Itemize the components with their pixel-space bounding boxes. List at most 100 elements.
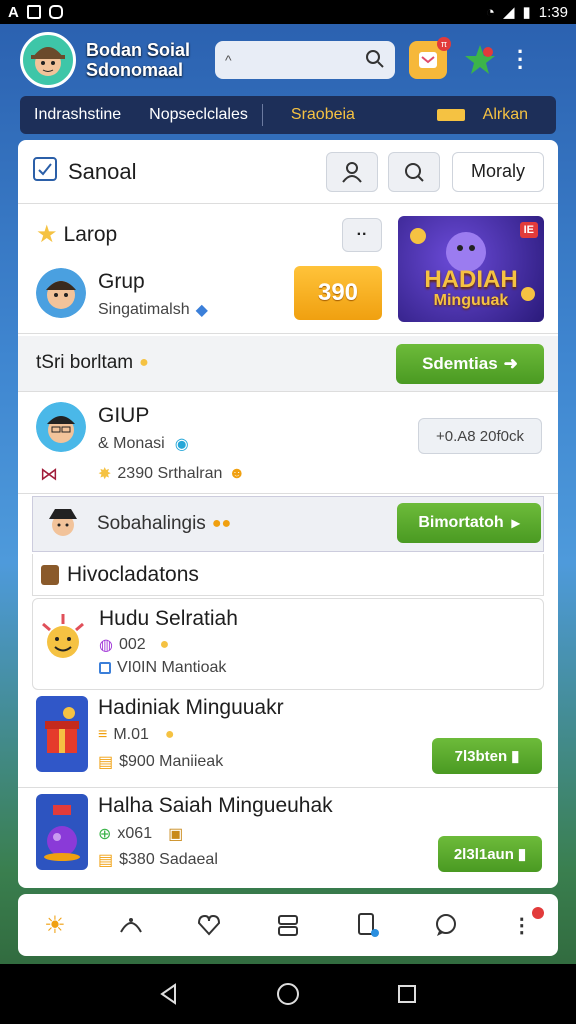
status-bar: A ◔ ◢ ▮ 1:39 (0, 0, 576, 24)
sobahalingis-avatar (43, 503, 83, 543)
bar-bortam-text: tSri borltam (36, 352, 134, 373)
item-line2: ▤ $900 Maniieak (98, 752, 223, 772)
badge-icon: ◍ (99, 637, 113, 654)
notification-badge: π (437, 37, 451, 51)
tab-2[interactable]: Sraobeia (277, 106, 369, 124)
list-item[interactable]: Hudu Selratiah ◍ 002 ● VI0IN Mantioak (32, 598, 544, 690)
grup-sub-text: Singatimalsh (98, 301, 190, 318)
item-line1-text: M.01 (113, 726, 149, 743)
user-button[interactable] (326, 151, 378, 192)
bowtie-icon: ⋈ (40, 464, 58, 484)
item-title: Halha Saiah Mingueuhak (98, 794, 333, 817)
emoji-icon: ☻ (228, 465, 246, 482)
coins-icon: ▤ (98, 754, 114, 771)
item-title: Hadiniak Minguuakr (98, 696, 284, 719)
star-badge-icon[interactable] (461, 41, 499, 79)
grup-name: Grup (98, 270, 145, 293)
item-title: Hudu Selratiah (99, 607, 238, 630)
coins-icon: ≡ (98, 726, 108, 743)
item-line1: ⊕ x061 ▣ (98, 824, 183, 844)
giup-avatar (36, 402, 86, 452)
item-line2-text: $900 Maniieak (119, 753, 224, 770)
search-icon (405, 162, 424, 182)
tab-0[interactable]: Indrashstine (20, 106, 135, 124)
sun-face-thumb (37, 607, 89, 683)
heart-icon[interactable] (196, 912, 222, 938)
notification-icon[interactable]: π (409, 37, 451, 79)
sobahalingis-label: Sobahalingis ●● (97, 513, 231, 535)
potion-thumb (36, 794, 88, 870)
arrow-right-icon: ➜ (503, 354, 518, 373)
value-badge[interactable]: 390 (294, 266, 382, 320)
featured-card: ★ Larop ·· Grup Singatimalsh ◆ 390 IE HA… (18, 206, 558, 334)
user-icon (342, 161, 362, 183)
bar-bortam-label: tSri borltam ● (36, 352, 149, 374)
profile-avatar[interactable] (20, 32, 76, 88)
item-action-button[interactable]: 2l3l1aun ▮ (438, 836, 542, 872)
box-icon (99, 662, 111, 674)
recents-icon[interactable] (395, 982, 419, 1006)
tab-1[interactable]: Nopseclclales (135, 106, 262, 124)
hadiah-banner[interactable]: IE HADIAH Minguuak (398, 216, 544, 322)
giup-stat-text: 2390 Srthalran (117, 465, 223, 482)
coins-icon: ▤ (98, 852, 114, 869)
chat-icon[interactable] (433, 912, 459, 938)
overflow-menu-icon[interactable]: · · · (517, 41, 524, 79)
checkbox-icon[interactable] (32, 156, 58, 187)
giup-value-pill[interactable]: +0.A8 20f0ck (418, 418, 542, 454)
tab-3-label: Alrkan (482, 106, 528, 123)
panel-header: Sanoal Moraly (18, 140, 558, 204)
battery-icon: ▮ (522, 4, 531, 21)
notification-dot (531, 906, 544, 919)
giup-sub: & Monasi ◉ (98, 434, 189, 454)
coin-icon: ● (159, 636, 170, 653)
sun-face-icon[interactable]: ☀ (44, 911, 66, 940)
grup-sub: Singatimalsh ◆ (98, 300, 208, 320)
more-dots-icon[interactable]: ⋮ (512, 906, 544, 938)
list-item[interactable]: Hadiniak Minguuakr ≡ M.01 ● ▤ $900 Manii… (18, 692, 558, 788)
coin-icon: ● (139, 354, 149, 371)
lock-icon: ▣ (168, 826, 184, 843)
sobahalingis-text: Sobahalingis (97, 513, 206, 534)
item-action-button[interactable]: 7l3bten ▮ (432, 738, 542, 774)
lock-icon (436, 109, 465, 121)
flag-icon: ▮ (511, 748, 520, 765)
more-button[interactable]: Moraly (452, 151, 544, 192)
item-line1: ◍ 002 ● (99, 635, 169, 655)
search-input[interactable]: ^ (215, 41, 395, 79)
item-line2: ▤ $380 Sadaeal (98, 850, 218, 870)
panel-search-button[interactable] (388, 151, 440, 192)
grup-avatar (36, 268, 86, 318)
status-icon-d (48, 5, 63, 19)
home-icon[interactable] (275, 981, 301, 1007)
bar-sobahalingis: Sobahalingis ●● Bimortatoh ▸ (32, 496, 544, 552)
chevron-right-icon: ▸ (511, 515, 520, 532)
bimortatoh-button[interactable]: Bimortatoh ▸ (397, 503, 541, 543)
stack-icon[interactable] (275, 912, 301, 938)
featured-more-button[interactable]: ·· (342, 218, 382, 252)
diamond-icon: ◆ (195, 302, 208, 319)
app-name-line2: Sdonomaal (86, 60, 184, 80)
coin-pair-icon: ●● (211, 515, 232, 532)
item-line2-text: $380 Sadaeal (119, 851, 218, 868)
item-action-label: 7l3bten (454, 747, 508, 765)
phone-icon[interactable] (353, 911, 381, 939)
list-item[interactable]: Halha Saiah Mingueuhak ⊕ x061 ▣ ▤ $380 S… (18, 790, 558, 886)
banner-line2: Minguuak (433, 292, 509, 309)
main-panel: Sanoal Moraly ★ Larop ·· Grup Singatimal… (18, 140, 558, 888)
search-icon[interactable] (365, 49, 385, 72)
giup-name: GIUP (98, 404, 150, 427)
group-card: GIUP & Monasi ◉ ⋈ ✸ 2390 Srthalran ☻ +0.… (18, 394, 558, 494)
featured-heading-text: Larop (63, 222, 118, 246)
tab-3[interactable]: Alrkan (423, 106, 556, 124)
app-name-line1: Bodan Soial (86, 40, 191, 60)
back-icon[interactable] (157, 982, 181, 1006)
item-line1-text: x061 (117, 825, 153, 842)
item-line2-text: VI0IN Mantioak (117, 659, 227, 676)
share-icon[interactable] (118, 912, 144, 938)
status-time: 1:39 (538, 3, 568, 21)
sdemtias-button[interactable]: Sdemtias ➜ (396, 344, 544, 384)
bottom-nav: ☀ ⋮ (18, 894, 558, 956)
section-title: Hivocladatons (41, 563, 199, 587)
giup-sub-text: & Monasi (98, 435, 165, 452)
